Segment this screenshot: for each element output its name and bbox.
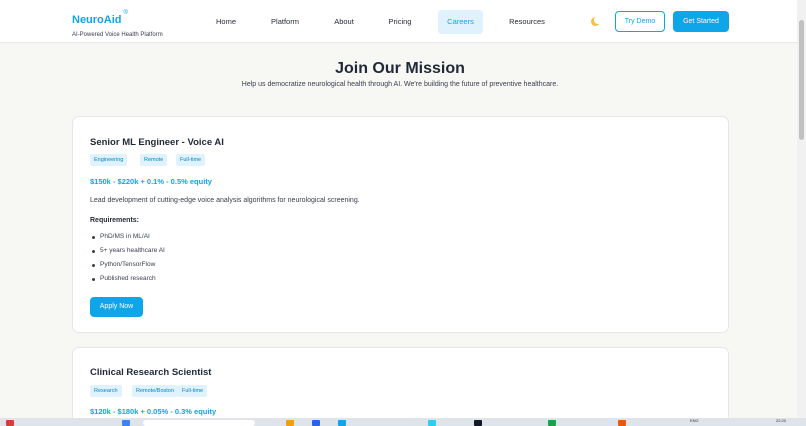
app-icon[interactable]	[6, 420, 14, 426]
job-title: Clinical Research Scientist	[90, 367, 212, 378]
nav-about[interactable]: About	[326, 10, 362, 34]
nav-resources[interactable]: Resources	[500, 10, 554, 34]
job-tag: Full-time	[176, 154, 206, 166]
job-title: Senior ML Engineer - Voice AI	[90, 137, 224, 148]
site-header: NeuroAid® AI-Powered Voice Health Platfo…	[0, 0, 806, 43]
app-icon[interactable]	[428, 420, 436, 426]
page-scrollbar[interactable]	[797, 0, 806, 418]
terminal-icon[interactable]	[474, 420, 482, 426]
try-demo-button[interactable]: Try Demo	[615, 11, 665, 32]
os-taskbar: ENG 22:20	[0, 418, 806, 426]
windows-icon[interactable]	[122, 420, 130, 426]
nav-careers[interactable]: Careers	[438, 10, 483, 34]
moon-icon[interactable]	[591, 16, 602, 26]
job-salary: $150k - $220k + 0.1% - 0.5% equity	[90, 177, 212, 186]
requirement-item: PhD/MS in ML/AI	[90, 230, 165, 244]
job-tag: Engineering	[90, 154, 128, 166]
requirements-heading: Requirements:	[90, 217, 140, 224]
scrollbar-thumb[interactable]	[799, 20, 804, 140]
page-title: Join Our Mission	[335, 60, 465, 77]
job-salary: $120k - $180k + 0.05% - 0.3% equity	[90, 407, 217, 416]
job-tag: Research	[90, 385, 122, 397]
taskbar-search[interactable]	[143, 420, 255, 426]
requirement-item: 5+ years healthcare AI	[90, 244, 165, 258]
app-icon[interactable]	[312, 420, 320, 426]
job-card: Senior ML Engineer - Voice AI Engineerin…	[72, 116, 729, 333]
brand-name[interactable]: NeuroAid	[72, 14, 122, 26]
app-icon[interactable]	[548, 420, 556, 426]
job-description: Lead development of cutting-edge voice a…	[90, 197, 360, 204]
nav-pricing[interactable]: Pricing	[380, 10, 420, 34]
nav-home[interactable]: Home	[206, 10, 246, 34]
browser-icon[interactable]	[338, 420, 346, 426]
requirement-item: Published research	[90, 272, 165, 286]
get-started-button[interactable]: Get Started	[673, 11, 729, 32]
job-tag: Remote/Boston	[132, 385, 178, 397]
language-indicator[interactable]: ENG	[690, 418, 699, 423]
folder-icon[interactable]	[286, 420, 294, 426]
brand[interactable]: NeuroAid® AI-Powered Voice Health Platfo…	[72, 10, 163, 38]
page-subtitle: Help us democratize neurological health …	[241, 81, 559, 88]
job-tag: Remote	[140, 154, 168, 166]
nav-platform[interactable]: Platform	[262, 10, 308, 34]
clock[interactable]: 22:20	[776, 418, 786, 423]
job-tag: Full-time	[178, 385, 208, 397]
brand-tagline: AI-Powered Voice Health Platform	[72, 32, 163, 38]
requirements-list: PhD/MS in ML/AI 5+ years healthcare AI P…	[90, 230, 165, 286]
apply-now-button[interactable]: Apply Now	[90, 297, 143, 317]
brand-mark: ®	[123, 10, 128, 16]
app-icon[interactable]	[618, 420, 626, 426]
job-card: Clinical Research Scientist Research Rem…	[72, 347, 729, 426]
requirement-item: Python/TensorFlow	[90, 258, 165, 272]
